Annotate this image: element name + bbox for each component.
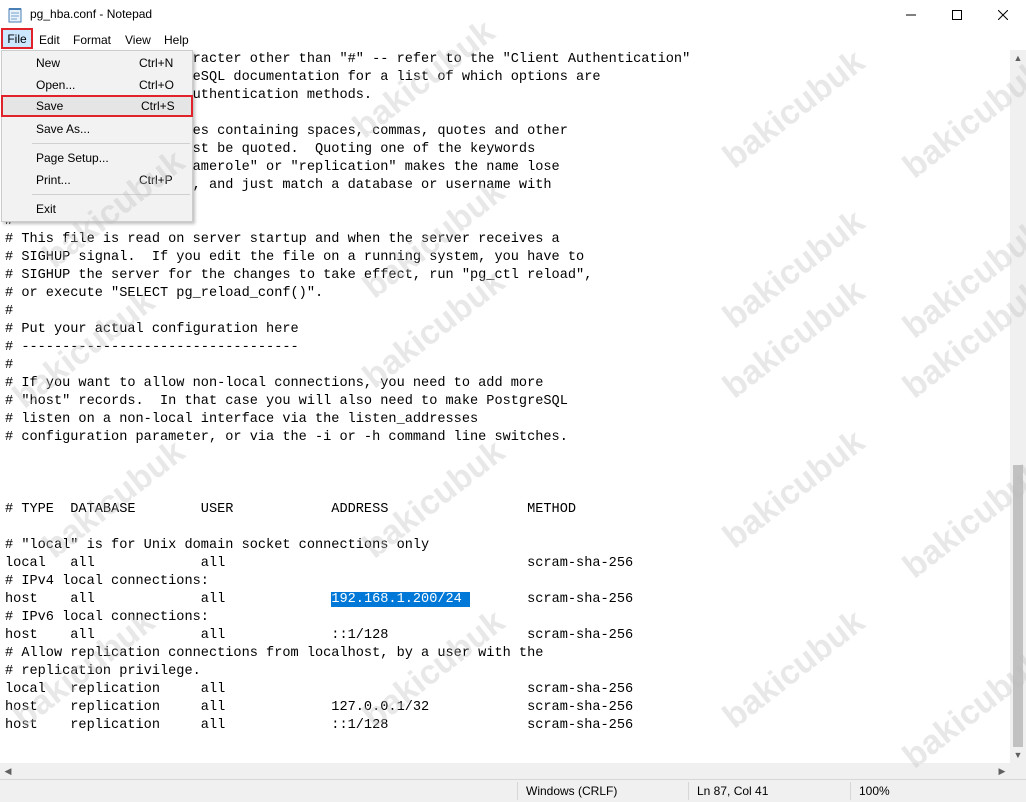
vertical-scrollbar[interactable]: ▲ ▼ xyxy=(1010,50,1026,763)
editor-line: # If you want to allow non-local connect… xyxy=(5,376,544,391)
menu-separator xyxy=(32,143,190,144)
menu-item-page-setup[interactable]: Page Setup... xyxy=(3,147,191,169)
editor-line: # SIGHUP signal. If you edit the file on… xyxy=(5,250,585,265)
editor-line: # replication privilege. xyxy=(5,664,201,679)
status-bar: Windows (CRLF) Ln 87, Col 41 100% xyxy=(0,779,1026,802)
editor-line: # IPv6 local connections: xyxy=(5,610,209,625)
maximize-icon xyxy=(952,10,962,20)
scroll-down-icon[interactable]: ▼ xyxy=(1010,747,1026,763)
editor-line: # "local" is for Unix domain socket conn… xyxy=(5,538,430,553)
editor-line: # "host" records. In that case you will … xyxy=(5,394,568,409)
status-zoom: 100% xyxy=(859,784,890,798)
notepad-icon xyxy=(8,8,22,23)
editor-line: # This file is read on server startup an… xyxy=(5,232,560,247)
editor-line: host replication all 127.0.0.1/32 scram-… xyxy=(5,700,634,715)
editor-line: # listen on a non-local interface via th… xyxy=(5,412,479,427)
status-divider xyxy=(850,782,851,800)
editor-line: # configuration parameter, or via the -i… xyxy=(5,430,568,445)
maximize-button[interactable] xyxy=(934,0,980,30)
title-bar: pg_hba.conf - Notepad xyxy=(0,0,1026,30)
editor-line: local replication all scram-sha-256 xyxy=(5,682,634,697)
menu-edit[interactable]: Edit xyxy=(39,30,60,50)
editor-line: host all all 192.168.1.200/24 scram-sha-… xyxy=(5,592,634,607)
editor-line: # SIGHUP the server for the changes to t… xyxy=(5,268,593,283)
scroll-left-icon[interactable]: ◀ xyxy=(0,763,16,779)
editor-line: host replication all ::1/128 scram-sha-2… xyxy=(5,718,634,733)
editor-line: # Allow replication connections from loc… xyxy=(5,646,544,661)
status-divider xyxy=(517,782,518,800)
vertical-scroll-thumb[interactable] xyxy=(1013,465,1023,747)
menu-separator xyxy=(32,194,190,195)
editor-line: host all all ::1/128 scram-sha-256 xyxy=(5,628,634,643)
menu-file[interactable]: File xyxy=(1,28,33,49)
scrollbar-corner xyxy=(1010,763,1026,779)
editor-line: # ---------------------------------- xyxy=(5,340,299,355)
editor-line: # Put your actual configuration here xyxy=(5,322,299,337)
editor-line: # IPv4 local connections: xyxy=(5,574,209,589)
menu-format[interactable]: Format xyxy=(73,30,111,50)
window-title: pg_hba.conf - Notepad xyxy=(30,7,153,21)
status-divider xyxy=(688,782,689,800)
menu-item-open[interactable]: Open... Ctrl+O xyxy=(3,74,191,96)
editor-line: local all all scram-sha-256 xyxy=(5,556,634,571)
menu-item-save-as[interactable]: Save As... xyxy=(3,118,191,140)
editor-line: # xyxy=(5,358,14,373)
scroll-up-icon[interactable]: ▲ xyxy=(1010,50,1026,66)
horizontal-scrollbar[interactable]: ◀ ▶ xyxy=(0,763,1010,779)
menu-view[interactable]: View xyxy=(125,30,151,50)
menu-bar: File Edit Format View Help xyxy=(0,28,1026,50)
close-icon xyxy=(998,10,1008,20)
minimize-button[interactable] xyxy=(888,0,934,30)
status-line-ending: Windows (CRLF) xyxy=(526,784,618,798)
menu-item-new[interactable]: New Ctrl+N xyxy=(3,52,191,74)
close-button[interactable] xyxy=(980,0,1026,30)
minimize-icon xyxy=(906,14,916,16)
menu-item-exit[interactable]: Exit xyxy=(3,198,191,220)
menu-help[interactable]: Help xyxy=(164,30,189,50)
file-menu-dropdown: New Ctrl+N Open... Ctrl+O Save Ctrl+S Sa… xyxy=(1,50,193,222)
status-cursor-position: Ln 87, Col 41 xyxy=(697,784,769,798)
editor-line: # xyxy=(5,304,14,319)
scroll-right-icon[interactable]: ▶ xyxy=(994,763,1010,779)
editor-line-tail: scram-sha-256 xyxy=(470,592,634,607)
editor-line: # or execute "SELECT pg_reload_conf()". xyxy=(5,286,324,301)
editor-line: # TYPE DATABASE USER ADDRESS METHOD xyxy=(5,502,577,517)
menu-item-save[interactable]: Save Ctrl+S xyxy=(1,95,193,117)
menu-item-print[interactable]: Print... Ctrl+P xyxy=(3,169,191,191)
selected-text[interactable]: 192.168.1.200/24 xyxy=(331,592,470,607)
